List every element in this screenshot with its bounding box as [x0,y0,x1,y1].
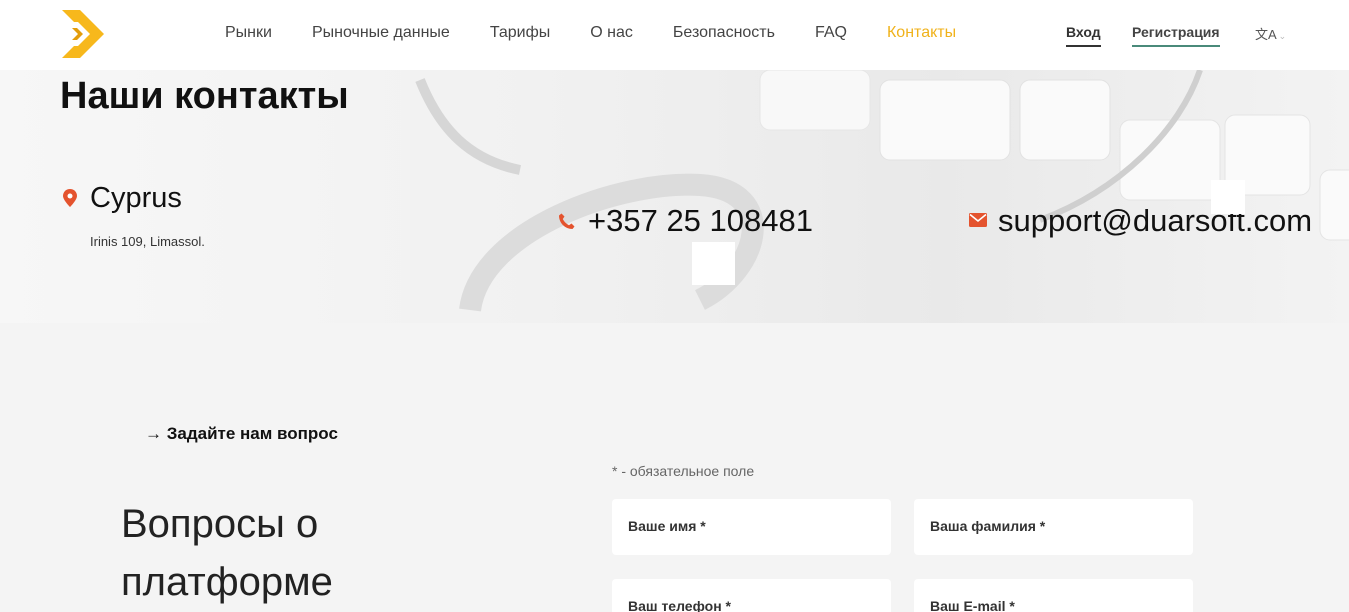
office-country: Cyprus [90,182,182,214]
phone-link[interactable]: +357 25 108481 [588,203,813,239]
decorative-square [692,242,735,285]
page-title: Наши контакты [60,75,349,117]
envelope-icon [969,213,987,227]
language-switcher[interactable]: 文A ⌄ [1255,24,1286,43]
translate-icon: 文A [1255,27,1277,42]
main-nav: Рынки Рыночные данные Тарифы О нас Безоп… [225,22,996,44]
nav-contacts[interactable]: Контакты [887,22,956,44]
chevron-down-icon: ⌄ [1278,31,1287,41]
nav-security[interactable]: Безопасность [673,22,775,44]
required-note: * - обязательное поле [612,463,755,479]
ask-question-label: → Задайте нам вопрос [145,424,338,443]
contacts-hero: Наши контакты Cyprus Irinis 109, Limasso… [0,70,1349,323]
last-name-field[interactable]: Ваша фамилия * [914,499,1193,555]
section-title: Вопросы о платформе [121,502,333,604]
map-pin-icon [63,189,77,207]
first-name-field[interactable]: Ваше имя * [612,499,891,555]
email-link[interactable]: support@duarsoft.com [998,203,1312,239]
site-header: Рынки Рыночные данные Тарифы О нас Безоп… [0,0,1349,70]
register-link[interactable]: Регистрация [1132,24,1220,47]
nav-faq[interactable]: FAQ [815,22,847,44]
nav-market-data[interactable]: Рыночные данные [312,22,450,44]
decorative-square [1211,180,1245,214]
email-field[interactable]: Ваш E-mail * [914,579,1193,612]
duarsoft-logo[interactable] [58,8,108,60]
nav-pricing[interactable]: Тарифы [490,22,550,44]
phone-icon [559,213,575,229]
phone-field[interactable]: Ваш телефон * [612,579,891,612]
login-link[interactable]: Вход [1066,24,1101,47]
office-address: Irinis 109, Limassol. [90,234,205,249]
nav-about[interactable]: О нас [590,22,633,44]
nav-markets[interactable]: Рынки [225,22,272,44]
